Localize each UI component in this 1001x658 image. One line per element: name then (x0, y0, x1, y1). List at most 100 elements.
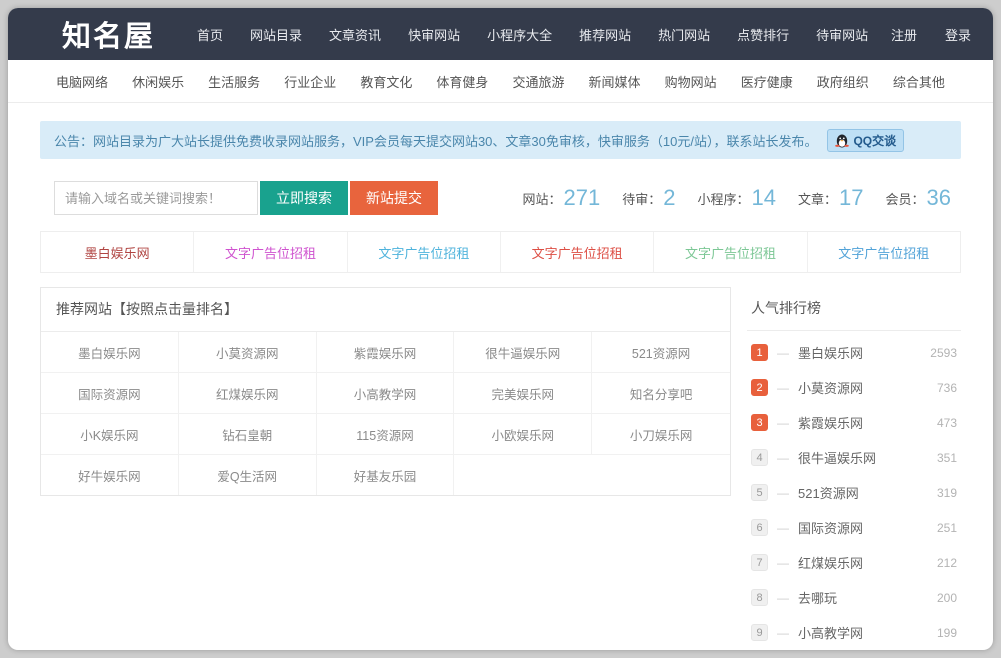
nav-item-5[interactable]: 小程序大全 (487, 25, 552, 44)
site-link[interactable]: 紫霞娱乐网 (317, 332, 455, 372)
site-link[interactable]: 墨白娱乐网 (41, 332, 179, 372)
ranked-site-link[interactable]: 墨白娱乐网 (798, 343, 863, 362)
site-link[interactable]: 红煤娱乐网 (179, 373, 317, 413)
nav-item-7[interactable]: 热门网站 (658, 25, 710, 44)
ranking-item-1: 1 — 墨白娱乐网 2593 (751, 335, 957, 370)
category-link-7[interactable]: 交通旅游 (512, 72, 564, 91)
nav-menu: 首页 网站目录 文章资讯 快审网站 小程序大全 推荐网站 热门网站 点赞排行 待审网站 (197, 25, 868, 44)
rank-count: 199 (936, 625, 957, 640)
category-link-10[interactable]: 医疗健康 (741, 72, 793, 91)
ranked-site-link[interactable]: 去哪玩 (798, 588, 837, 607)
ranked-site-link[interactable]: 很牛逼娱乐网 (798, 448, 876, 467)
rank-dash: — (777, 485, 789, 500)
search-button[interactable]: 立即搜索 (260, 181, 348, 215)
rank-dash: — (777, 590, 789, 605)
category-link-5[interactable]: 教育文化 (360, 72, 412, 91)
login-link[interactable]: 登录 (945, 25, 971, 44)
site-link[interactable]: 国际资源网 (41, 373, 179, 413)
ranking-panel: 人气排行榜 1 — 墨白娱乐网 2593 2 — 小莫资源网 736 3 — 紫霞娱乐网 473 4 — 很… (747, 287, 961, 650)
qq-chat-button[interactable]: QQ交谈 (827, 128, 905, 152)
rank-dash: — (777, 625, 789, 640)
category-link-11[interactable]: 政府组织 (817, 72, 869, 91)
site-link[interactable]: 小高教学网 (317, 373, 455, 413)
register-link[interactable]: 注册 (891, 25, 917, 44)
stat-value: 36 (926, 185, 951, 210)
rank-dash: — (777, 345, 789, 360)
category-link-3[interactable]: 生活服务 (208, 72, 260, 91)
grid-row-2: 国际资源网 红煤娱乐网 小高教学网 完美娱乐网 知名分享吧 (41, 373, 730, 414)
site-link[interactable]: 小莫资源网 (179, 332, 317, 372)
nav-auth: 注册 登录 (891, 25, 971, 44)
stat-item-3: 小程序： 14 (698, 185, 777, 211)
ad-link-3[interactable]: 文字广告位招租 (348, 232, 501, 272)
qq-penguin-icon (835, 134, 850, 147)
main-content: 推荐网站【按照点击量排名】 墨白娱乐网 小莫资源网 紫霞娱乐网 很牛逼娱乐网 521资源… (40, 287, 961, 650)
site-link[interactable]: 小刀娱乐网 (592, 414, 730, 454)
category-link-1[interactable]: 电脑网络 (56, 72, 108, 91)
ad-link-4[interactable]: 文字广告位招租 (501, 232, 655, 272)
rank-dash: — (777, 555, 789, 570)
submit-site-button[interactable]: 新站提交 (350, 181, 438, 215)
category-link-2[interactable]: 休闲娱乐 (132, 72, 184, 91)
recommended-title: 推荐网站【按照点击量排名】 (41, 288, 730, 332)
ranking-item-9: 9 — 小高教学网 199 (751, 615, 957, 650)
site-link[interactable]: 521资源网 (592, 332, 730, 372)
ad-link-6[interactable]: 文字广告位招租 (808, 232, 960, 272)
stat-item-1: 网站： 271 (523, 185, 601, 211)
nav-item-3[interactable]: 文章资讯 (329, 25, 381, 44)
ad-link-5[interactable]: 文字广告位招租 (654, 232, 808, 272)
site-link[interactable]: 小K娱乐网 (41, 414, 179, 454)
ranking-item-4: 4 — 很牛逼娱乐网 351 (751, 440, 957, 475)
stat-label: 待审： (622, 191, 662, 207)
stat-label: 小程序： (697, 191, 750, 207)
ranked-site-link[interactable]: 521资源网 (798, 483, 859, 502)
category-link-6[interactable]: 体育健身 (436, 72, 488, 91)
announcement-bar: 公告：网站目录为广大站长提供免费收录网站服务，VIP会员每天提交网站30、文章3… (40, 121, 961, 159)
ranked-site-link[interactable]: 小莫资源网 (798, 378, 863, 397)
rank-count: 251 (936, 520, 957, 535)
rank-badge: 9 (751, 624, 768, 641)
rank-badge: 6 (751, 519, 768, 536)
search-section: 立即搜索 新站提交 网站：271 待审：2 小程序：14 文章：17 会员：36 (40, 181, 961, 215)
site-link[interactable]: 知名分享吧 (592, 373, 730, 413)
ad-link-2[interactable]: 文字广告位招租 (194, 232, 348, 272)
stat-value: 271 (563, 185, 601, 210)
ranking-title: 人气排行榜 (747, 287, 961, 331)
site-link[interactable]: 很牛逼娱乐网 (454, 332, 593, 372)
ranking-item-7: 7 — 红煤娱乐网 212 (751, 545, 957, 580)
site-link[interactable]: 小欧娱乐网 (454, 414, 593, 454)
stat-value: 14 (751, 185, 776, 210)
nav-item-6[interactable]: 推荐网站 (579, 25, 631, 44)
stat-item-4: 文章： 17 (798, 185, 864, 211)
site-link[interactable]: 钻石皇朝 (179, 414, 317, 454)
recommended-panel: 推荐网站【按照点击量排名】 墨白娱乐网 小莫资源网 紫霞娱乐网 很牛逼娱乐网 521资源… (40, 287, 731, 496)
ranked-site-link[interactable]: 红煤娱乐网 (798, 553, 863, 572)
category-link-12[interactable]: 综合其他 (893, 72, 945, 91)
rank-dash: — (777, 415, 789, 430)
site-link[interactable]: 完美娱乐网 (454, 373, 593, 413)
stat-item-2: 待审： 2 (622, 185, 675, 211)
site-link[interactable]: 爱Q生活网 (179, 455, 317, 495)
top-navbar: 知名屋 首页 网站目录 文章资讯 快审网站 小程序大全 推荐网站 热门网站 点赞排行 待审网站 … (8, 8, 993, 60)
rank-badge: 1 (751, 344, 768, 361)
site-link[interactable]: 好基友乐园 (317, 455, 455, 495)
category-link-9[interactable]: 购物网站 (665, 72, 717, 91)
stat-label: 文章： (798, 191, 838, 207)
site-link[interactable]: 115资源网 (317, 414, 455, 454)
nav-item-4[interactable]: 快审网站 (408, 25, 460, 44)
rank-count: 351 (936, 450, 957, 465)
nav-item-8[interactable]: 点赞排行 (737, 25, 789, 44)
nav-item-9[interactable]: 待审网站 (816, 25, 868, 44)
ranked-site-link[interactable]: 国际资源网 (798, 518, 863, 537)
site-link[interactable]: 好牛娱乐网 (41, 455, 179, 495)
category-link-8[interactable]: 新闻媒体 (589, 72, 641, 91)
nav-item-1[interactable]: 首页 (197, 25, 223, 44)
nav-item-2[interactable]: 网站目录 (250, 25, 302, 44)
qq-chat-label: QQ交谈 (853, 133, 897, 148)
ranked-site-link[interactable]: 小高教学网 (798, 623, 863, 642)
site-logo[interactable]: 知名屋 (62, 13, 155, 55)
search-input[interactable] (54, 181, 258, 215)
category-link-4[interactable]: 行业企业 (284, 72, 336, 91)
ranked-site-link[interactable]: 紫霞娱乐网 (798, 413, 863, 432)
ad-link-1[interactable]: 墨白娱乐网 (41, 232, 195, 272)
